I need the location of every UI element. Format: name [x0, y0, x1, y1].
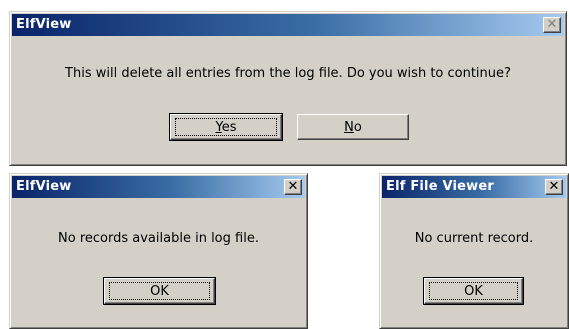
- dialog-title: ElfView: [16, 179, 72, 194]
- ok-button-label: OK: [150, 284, 169, 299]
- dialog-title: Elf File Viewer: [386, 179, 494, 194]
- ok-button-label: OK: [464, 284, 483, 299]
- no-mnemonic: N: [344, 120, 354, 135]
- no-records-dialog: ElfView ✕ No records available in log fi…: [9, 173, 308, 329]
- ok-button[interactable]: OK: [103, 277, 216, 305]
- no-label-rest: o: [353, 120, 362, 135]
- no-button-label: No: [298, 120, 408, 135]
- dialog-message: No current record.: [414, 231, 534, 246]
- delete-confirm-dialog: ElfView ✕ This will delete all entries f…: [9, 11, 567, 166]
- yes-label-rest: es: [221, 120, 237, 135]
- title-bar[interactable]: ElfView ✕: [12, 14, 564, 36]
- no-current-record-dialog: Elf File Viewer ✕ No current record. OK: [379, 173, 569, 329]
- dialog-message: This will delete all entries from the lo…: [65, 66, 511, 81]
- title-bar[interactable]: ElfView ✕: [12, 176, 305, 198]
- title-bar[interactable]: Elf File Viewer ✕: [382, 176, 566, 198]
- close-icon[interactable]: ✕: [545, 179, 563, 195]
- dialog-title: ElfView: [16, 17, 72, 32]
- close-icon[interactable]: ✕: [284, 179, 302, 195]
- yes-button[interactable]: Yes: [169, 113, 283, 141]
- dialog-message: No records available in log file.: [58, 231, 259, 246]
- close-icon[interactable]: ✕: [543, 17, 561, 33]
- ok-button[interactable]: OK: [423, 277, 524, 305]
- no-button[interactable]: No: [297, 114, 409, 140]
- yes-button-label: Yes: [171, 120, 281, 135]
